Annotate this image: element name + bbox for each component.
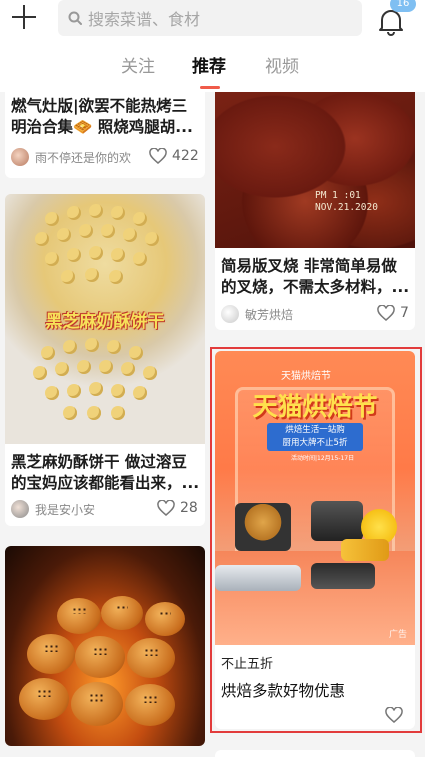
feed-tabs: 关注 推荐 视频 (0, 52, 425, 89)
search-bar[interactable]: 搜索菜谱、食材 (58, 0, 362, 36)
heart-icon (377, 305, 395, 321)
product-mixer (341, 539, 389, 561)
ad-banner: 天猫烘焙节 天猫烘焙节 烘焙生活一站购 厨用大牌不止5折 活动时间|12月15-… (215, 351, 415, 645)
heart-icon[interactable] (385, 707, 403, 723)
heart-icon (149, 148, 167, 164)
ad-card-tmall-baking[interactable]: 天猫烘焙节 天猫烘焙节 烘焙生活一站购 厨用大牌不止5折 活动时间|12月15-… (215, 351, 415, 729)
banner-brand-label: 天猫烘焙节 (281, 371, 331, 382)
tab-video[interactable]: 视频 (265, 52, 299, 77)
card-author[interactable]: 我是安小安 (11, 500, 95, 518)
card-title: 黑芝麻奶酥饼干 做过溶豆的宝妈应该都能看出来，... (11, 453, 200, 492)
ad-caption: 不止五折 (221, 657, 274, 672)
recipe-photo: 黑芝麻奶酥饼干 (5, 194, 205, 444)
add-icon[interactable] (12, 4, 38, 30)
like-counter[interactable]: 28 (157, 500, 198, 516)
author-name: 我是安小安 (35, 502, 96, 517)
heart-icon (157, 500, 175, 516)
active-tab-indicator (200, 86, 220, 89)
recipe-card-char-siu[interactable]: PM 1 :01 NOV.21.2020 简易版叉烧 非常简单易做的叉烧，不需太… (215, 92, 415, 330)
photo-label-text: 黑芝麻奶酥饼干 (45, 311, 165, 332)
avatar (221, 305, 239, 323)
photo-overlay-label: 黑芝麻奶酥饼干 (13, 302, 197, 336)
ad-marker: 广告 (388, 630, 407, 640)
banner-subtitle: 烘焙生活一站购 厨用大牌不止5折 (267, 423, 363, 451)
banner-subtitle-line2: 厨用大牌不止5折 (282, 438, 348, 448)
recipe-card-sandwich[interactable]: 燃气灶版|欲罢不能热烤三明治合集🧇 照烧鸡腿胡... 雨不停还是你的欢 422 (5, 92, 205, 178)
like-count: 422 (172, 148, 199, 164)
notification-badge: 16 (390, 0, 416, 12)
like-count: 7 (400, 305, 409, 321)
product-cake-pan (235, 503, 291, 551)
photo-time: PM 1 :01 (315, 190, 361, 201)
recipe-photo: PM 1 :01 NOV.21.2020 (215, 92, 415, 248)
top-bar: 搜索菜谱、食材 16 关注 推荐 视频 (0, 0, 425, 92)
recipe-photo (5, 546, 205, 746)
next-card-peek (215, 750, 415, 757)
tab-recommended[interactable]: 推荐 (192, 52, 226, 77)
search-icon (68, 11, 82, 25)
like-counter[interactable]: 7 (377, 305, 409, 321)
ad-headline: 烘焙多款好物优惠 (221, 682, 346, 700)
author-name: 敏芳烘焙 (245, 307, 294, 322)
product-baking-tray (311, 563, 375, 589)
card-title: 简易版叉烧 非常简单易做的叉烧，不需太多材料，... (221, 257, 410, 296)
banner-title: 天猫烘焙节 (252, 392, 378, 421)
banner-date: 活动时间|12月15-17日 (291, 455, 355, 462)
recipe-card-buns[interactable] (5, 546, 205, 746)
product-foil-roll (215, 565, 301, 591)
recipe-card-sesame-cookies[interactable]: 黑芝麻奶酥饼干 黑芝麻奶酥饼干 做过溶豆的宝妈应该都能看出来，... 我是安小安… (5, 194, 205, 526)
tab-following[interactable]: 关注 (121, 52, 155, 77)
card-title: 燃气灶版|欲罢不能热烤三明治合集🧇 照烧鸡腿胡... (11, 97, 193, 136)
card-author[interactable]: 敏芳烘焙 (221, 305, 293, 323)
avatar (11, 148, 29, 166)
like-counter[interactable]: 422 (149, 148, 199, 164)
photo-timestamp: PM 1 :01 NOV.21.2020 (315, 190, 378, 214)
search-placeholder: 搜索菜谱、食材 (88, 10, 201, 29)
photo-date: NOV.21.2020 (315, 202, 378, 213)
author-name: 雨不停还是你的欢 (35, 150, 132, 165)
banner-subtitle-line1: 烘焙生活一站购 (285, 425, 345, 435)
like-count: 28 (180, 500, 198, 516)
product-oven (311, 501, 363, 541)
avatar (11, 500, 29, 518)
card-author[interactable]: 雨不停还是你的欢 (11, 148, 131, 166)
